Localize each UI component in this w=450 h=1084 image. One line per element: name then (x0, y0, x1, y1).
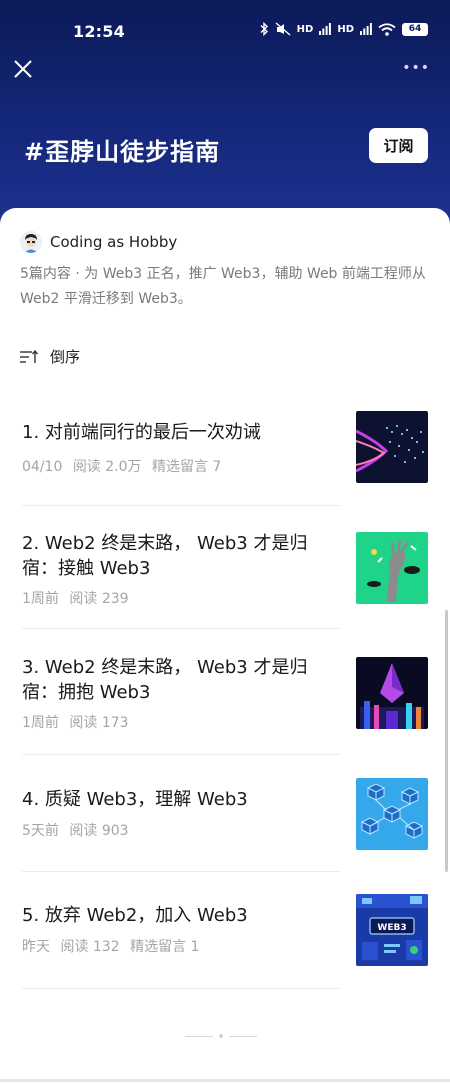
battery-icon: 64 (402, 22, 428, 36)
signal-hd-label-2: HD (337, 23, 354, 35)
article-date: 1周前 (22, 591, 59, 607)
article-thumbnail: WEB3 (356, 894, 428, 966)
bluetooth-icon (260, 22, 268, 36)
author-avatar (20, 231, 42, 253)
article-comments: 精选留言 1 (130, 939, 200, 955)
author-name[interactable]: Coding as Hobby (50, 233, 177, 251)
signal-icon-2 (360, 23, 372, 35)
sort-toggle[interactable]: 倒序 (20, 346, 80, 367)
status-bar: 12:54 HD HD 64 (0, 0, 450, 60)
article-item-5[interactable]: 5. 放弃 Web2，加入 Web3 昨天 阅读 132 精选留言 1 WEB3 (22, 894, 428, 966)
status-icons: HD HD 64 (259, 22, 428, 36)
topic-content-sheet: Coding as Hobby 5篇内容 · 为 Web3 正名，推广 Web3… (0, 208, 450, 1084)
end-dot (219, 1034, 223, 1038)
bottom-edge (0, 1079, 450, 1082)
article-meta: 5天前 阅读 903 (22, 820, 135, 840)
article-item-3[interactable]: 3. Web2 终是末路， Web3 才是归宿：拥抱 Web3 1周前 阅读 1… (22, 655, 428, 731)
list-end-indicator (185, 1034, 257, 1038)
divider (22, 988, 340, 989)
author-row[interactable]: Coding as Hobby (20, 231, 177, 253)
article-reads: 阅读 2.0万 (72, 459, 142, 475)
article-date: 昨天 (22, 939, 50, 955)
sort-label: 倒序 (50, 348, 81, 366)
thumb-web3-label: WEB3 (377, 923, 406, 933)
article-date: 04/10 (22, 459, 63, 475)
topic-title: #歪脖山徒步指南 (24, 138, 221, 166)
sort-order-icon (20, 349, 38, 363)
article-thumbnail (356, 411, 428, 483)
divider (22, 505, 340, 506)
article-meta: 1周前 阅读 173 (22, 712, 135, 732)
article-title: 2. Web2 终是末路， Web3 才是归宿：接触 Web3 (22, 533, 308, 579)
article-thumbnail (356, 778, 428, 850)
article-title: 5. 放弃 Web2，加入 Web3 (22, 905, 248, 926)
article-date: 5天前 (22, 823, 59, 839)
mute-icon (275, 22, 291, 36)
article-reads: 阅读 903 (69, 823, 129, 839)
topic-description: 5篇内容 · 为 Web3 正名，推广 Web3，辅助 Web 前端工程师从 W… (20, 266, 426, 307)
signal-hd-label-1: HD (296, 23, 314, 35)
article-thumbnail (356, 532, 428, 604)
divider (22, 871, 340, 872)
end-line-left (185, 1035, 213, 1037)
article-item-4[interactable]: 4. 质疑 Web3，理解 Web3 5天前 阅读 903 (22, 778, 428, 850)
article-title: 4. 质疑 Web3，理解 Web3 (22, 789, 248, 810)
close-icon[interactable] (12, 58, 34, 80)
article-title: 1. 对前端同行的最后一次劝诫 (22, 422, 261, 443)
divider (22, 754, 340, 755)
signal-icon (319, 23, 332, 35)
article-comments: 精选留言 7 (151, 459, 222, 475)
divider (22, 628, 340, 629)
article-item-2[interactable]: 2. Web2 终是末路， Web3 才是归宿：接触 Web3 1周前 阅读 2… (22, 531, 428, 607)
article-meta: 1周前 阅读 239 (22, 588, 135, 608)
article-reads: 阅读 173 (69, 715, 129, 731)
article-title: 3. Web2 终是末路， Web3 才是归宿：拥抱 Web3 (22, 657, 308, 703)
article-date: 1周前 (22, 715, 59, 731)
article-reads: 阅读 132 (60, 939, 120, 955)
article-reads: 阅读 239 (69, 591, 129, 607)
article-meta: 昨天 阅读 132 精选留言 1 (22, 936, 205, 956)
scrollbar[interactable] (445, 610, 448, 872)
subscribe-button[interactable]: 订阅 (369, 128, 428, 163)
article-item-1[interactable]: 1. 对前端同行的最后一次劝诫 04/10 阅读 2.0万 精选留言 7 (22, 411, 428, 483)
status-time: 12:54 (73, 22, 125, 41)
end-line-right (229, 1035, 257, 1037)
more-options-button[interactable]: ••• (402, 60, 430, 76)
topic-header: 12:54 HD HD 64 ••• #歪脖山徒步指南 订阅 (0, 0, 450, 230)
article-meta: 04/10 阅读 2.0万 精选留言 7 (22, 456, 227, 476)
wifi-icon (378, 22, 396, 36)
article-thumbnail (356, 657, 428, 729)
